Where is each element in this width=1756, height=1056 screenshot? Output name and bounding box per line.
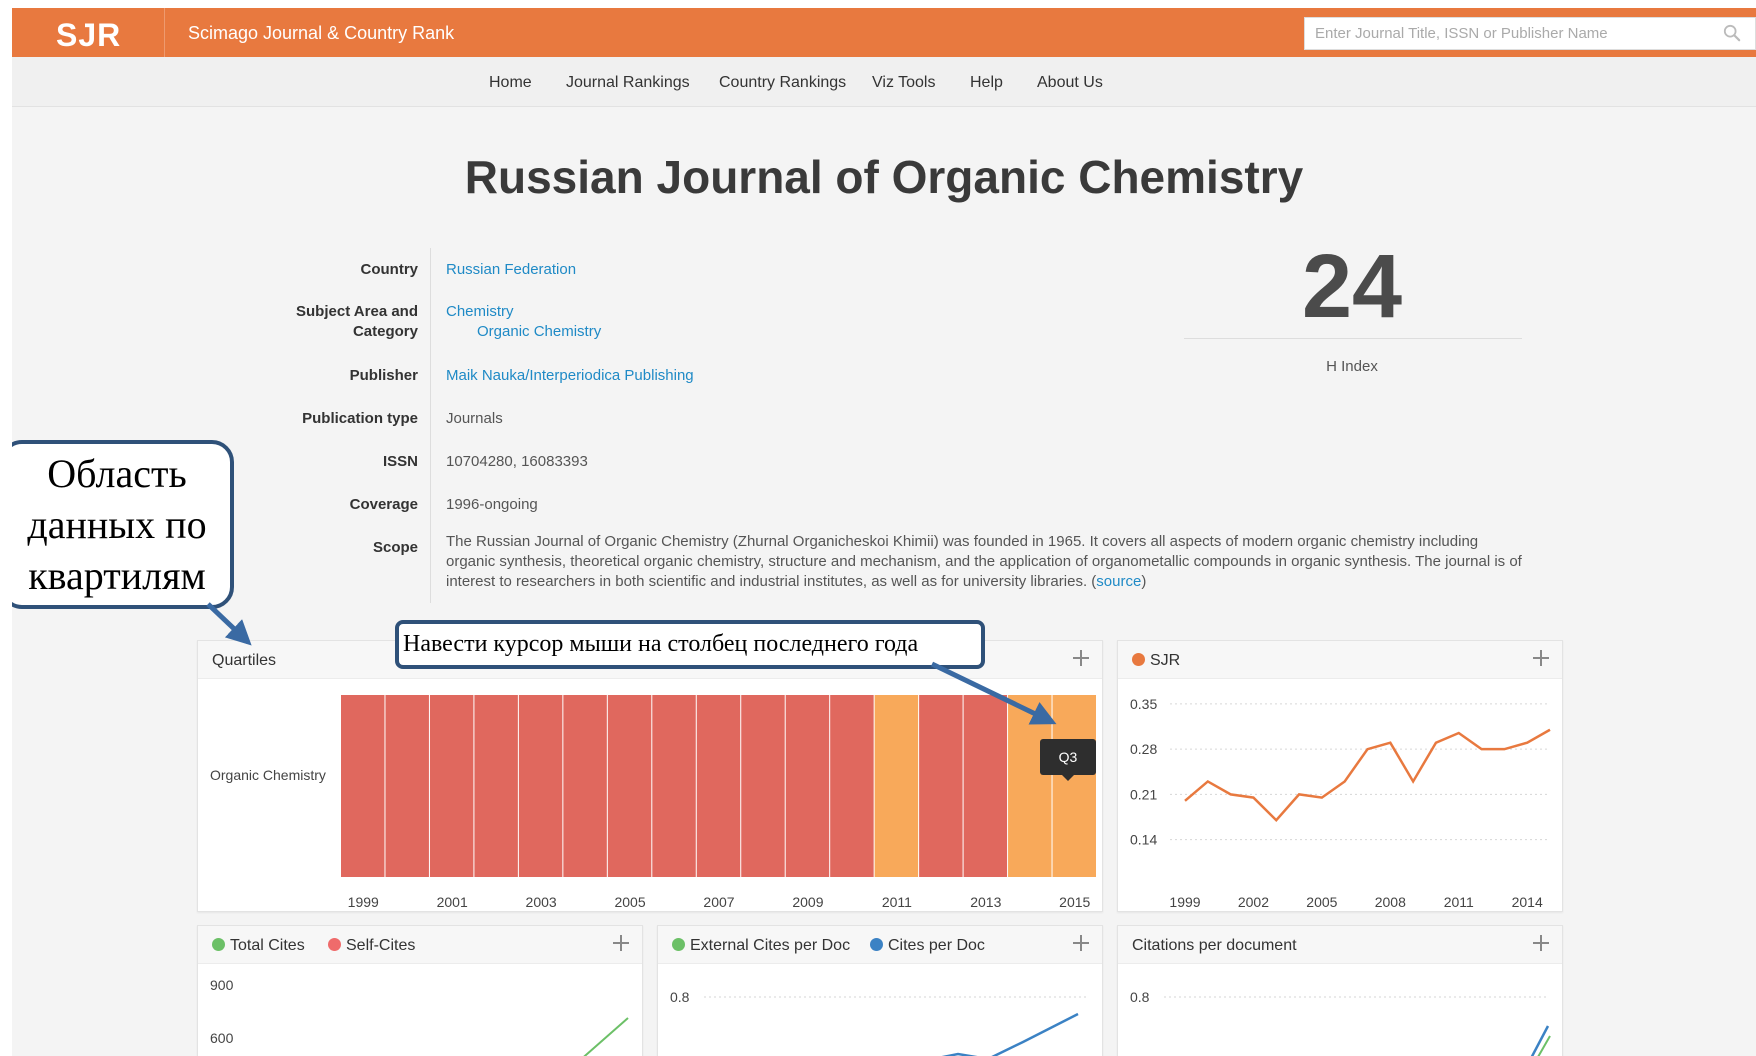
annotation-arrows	[206, 602, 1057, 725]
quartile-area-arrow	[206, 602, 252, 646]
hover-hint-arrow	[930, 661, 1057, 725]
page: SJR Scimago Journal & Country Rank Home …	[12, 8, 1756, 1056]
